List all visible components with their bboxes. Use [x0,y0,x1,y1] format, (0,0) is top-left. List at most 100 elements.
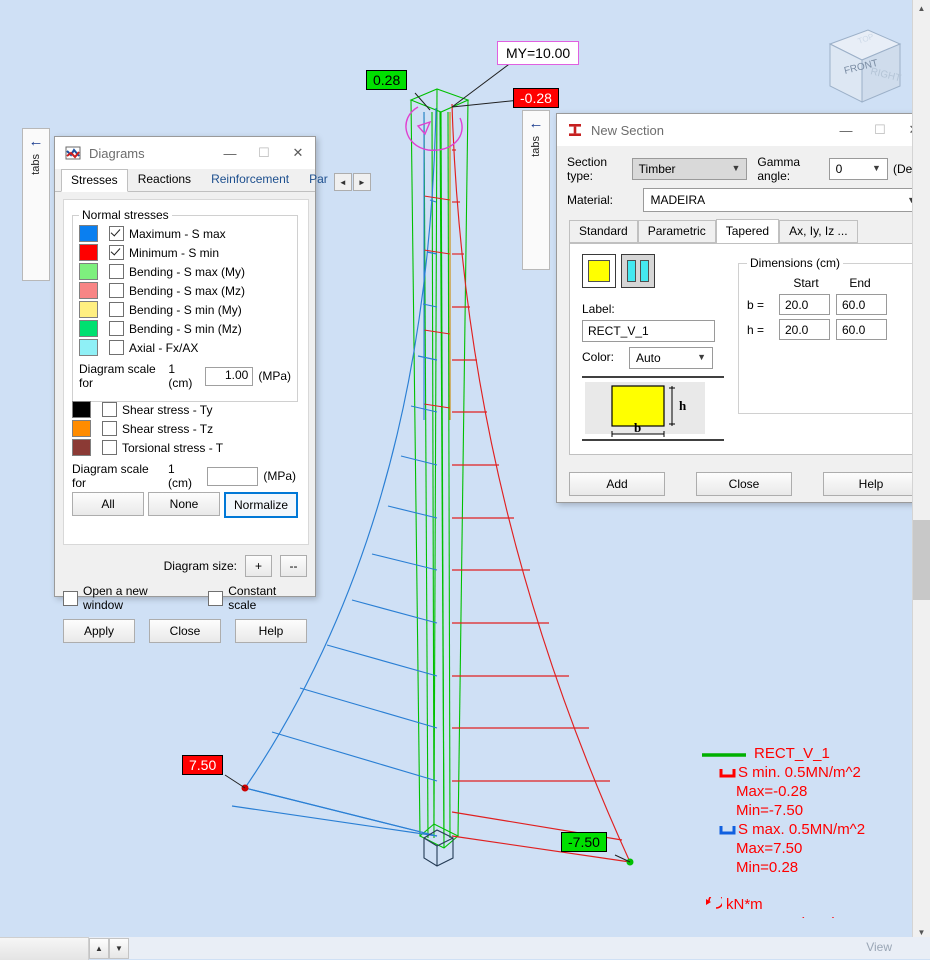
normalize-button[interactable]: Normalize [224,492,298,518]
flyout-tabs-center[interactable]: ← tabs [522,110,550,270]
none-button[interactable]: None [148,492,220,516]
color-swatch-s-max [79,225,98,242]
left-arrow-icon[interactable]: ← [529,116,544,131]
tab-next-button[interactable]: ► [352,173,371,191]
dimension-h-end-input[interactable]: 60.0 [836,319,887,340]
status-spin-down-button[interactable]: ▼ [109,938,129,959]
material-select[interactable]: MADEIRA ▼ [643,188,923,212]
dimension-b-start-input[interactable]: 20.0 [779,294,830,315]
diagram-size-plus-button[interactable]: + [245,555,272,577]
checkbox-torsional[interactable] [102,440,117,455]
view-cube[interactable]: FRONT RIGHT TOP [812,22,908,114]
all-button[interactable]: All [72,492,144,516]
row-s-max[interactable]: Maximum - S max [79,224,291,243]
row-bending-smax-my[interactable]: Bending - S max (My) [79,262,291,281]
new-section-close-footer-button[interactable]: Close [696,472,792,496]
diagrams-help-button[interactable]: Help [235,619,307,643]
tab-prev-button[interactable]: ◄ [333,173,352,191]
diagrams-minimize-button[interactable]: — [213,137,247,169]
scroll-up-button[interactable]: ▲ [913,0,930,17]
tab-tapered[interactable]: Tapered [715,219,780,244]
tab-standard[interactable]: Standard [569,220,638,243]
gamma-angle-select[interactable]: 0 ▼ [828,158,888,180]
support-node [423,829,454,867]
color-swatch-shear-tz [72,420,91,437]
moment-arc [405,106,463,151]
checkbox-constant-scale[interactable] [208,590,224,606]
row-torsional-t[interactable]: Torsional stress - T [72,438,296,457]
label-input[interactable]: RECT_V_1 [582,320,715,342]
tab-ax-iy-iz[interactable]: Ax, Iy, Iz ... [779,220,858,243]
color-swatch-shear-ty [72,401,91,418]
tab-reactions[interactable]: Reactions [128,168,201,191]
new-section-titlebar[interactable]: New Section — ☐ ✕ [557,114,930,146]
legend-line-icon [702,752,746,757]
dimensions-group: Dimensions (cm) Start End b = 20.0 60.0 … [738,256,914,414]
new-section-help-button[interactable]: Help [823,472,919,496]
diagrams-title: Diagrams [89,145,145,161]
checkbox-s-max[interactable] [109,226,124,241]
color-swatch-s-min [79,244,98,261]
dimensions-legend: Dimensions (cm) [750,256,841,270]
ibeam-shape-button[interactable] [621,254,655,288]
status-bar: ▲ ▼ View [0,937,930,960]
row-bending-smax-mz[interactable]: Bending - S max (Mz) [79,281,291,300]
apply-button[interactable]: Apply [63,619,135,643]
legend-smin-label: S min. 0.5MN/m^2 [738,764,861,781]
new-section-dialog[interactable]: New Section — ☐ ✕ Section type: Timber ▼… [556,113,930,503]
checkbox-bending-smax-my[interactable] [109,264,124,279]
material-row: Material: MADEIRA ▼ [567,188,923,212]
diagrams-tabstrip[interactable]: Stresses Reactions Reinforcement Par ◄ ► [55,168,371,192]
chevron-down-icon: ▼ [731,163,741,173]
checkbox-bending-smin-my[interactable] [109,302,124,317]
label-value-0-28[interactable]: 0.28 [366,70,408,90]
row-s-min[interactable]: Minimum - S min [79,243,291,262]
row-bending-smin-my[interactable]: Bending - S min (My) [79,300,291,319]
tab-par[interactable]: Par [299,168,331,191]
viewport-vertical-scrollbar[interactable]: ▲ ▼ [912,0,930,941]
label-value-7-50[interactable]: 7.50 [182,755,224,775]
label-value-neg-7-50[interactable]: -7.50 [561,832,607,852]
tapered-page: Label: RECT_V_1 Color: Auto ▼ h b Dimens… [569,243,921,455]
preview-h-label: h [679,398,687,413]
tab-reinforcement[interactable]: Reinforcement [201,168,299,191]
checkbox-bending-smin-mz[interactable] [109,321,124,336]
left-arrow-icon[interactable]: ← [29,134,44,149]
scroll-thumb[interactable] [913,520,930,600]
section-type-select[interactable]: Timber ▼ [631,158,748,180]
dimension-b-end-input[interactable]: 60.0 [836,294,887,315]
row-shear-ty[interactable]: Shear stress - Ty [72,400,296,419]
section-tabstrip[interactable]: Standard Parametric Tapered Ax, Iy, Iz .… [569,219,921,244]
tab-parametric[interactable]: Parametric [637,220,716,243]
row-bending-smin-mz[interactable]: Bending - S min (Mz) [79,319,291,338]
checkbox-s-min[interactable] [109,245,124,260]
row-shear-tz[interactable]: Shear stress - Tz [72,419,296,438]
new-section-minimize-button[interactable]: — [829,114,863,146]
label-s-min: Minimum - S min [129,245,220,260]
dimension-h-start-input[interactable]: 20.0 [779,319,830,340]
diagram-size-minus-button[interactable]: -- [280,555,307,577]
normal-scale-input[interactable]: 1.00 [205,366,254,386]
new-section-maximize-button[interactable]: ☐ [863,114,897,146]
checkbox-shear-tz[interactable] [102,421,117,436]
add-button[interactable]: Add [569,472,665,496]
chevron-down-icon: ▼ [697,352,706,362]
diagrams-dialog[interactable]: Diagrams — ☐ ✕ Stresses Reactions Reinfo… [54,136,371,643]
diagrams-maximize-button[interactable]: ☐ [247,137,281,169]
tab-stresses[interactable]: Stresses [61,169,128,192]
label-moment-my[interactable]: MY=10.00 [497,41,580,65]
rect-shape-button[interactable] [582,254,616,288]
label-value-neg-0-28[interactable]: -0.28 [513,88,559,108]
checkbox-bending-smax-mz[interactable] [109,283,124,298]
diagrams-titlebar[interactable]: Diagrams — ☐ ✕ [55,137,315,169]
checkbox-axial[interactable] [109,340,124,355]
color-select[interactable]: Auto ▼ [629,347,713,369]
status-spin-up-button[interactable]: ▲ [89,938,109,959]
shear-scale-input[interactable] [207,466,259,486]
checkbox-open-new-window[interactable] [63,590,78,606]
checkbox-shear-ty[interactable] [102,402,117,417]
diagrams-close-button[interactable]: ✕ [281,137,315,169]
row-axial-fx-ax[interactable]: Axial - Fx/AX [79,338,291,357]
flyout-tabs-left[interactable]: ← tabs [22,128,50,281]
diagrams-close-footer-button[interactable]: Close [149,619,221,643]
